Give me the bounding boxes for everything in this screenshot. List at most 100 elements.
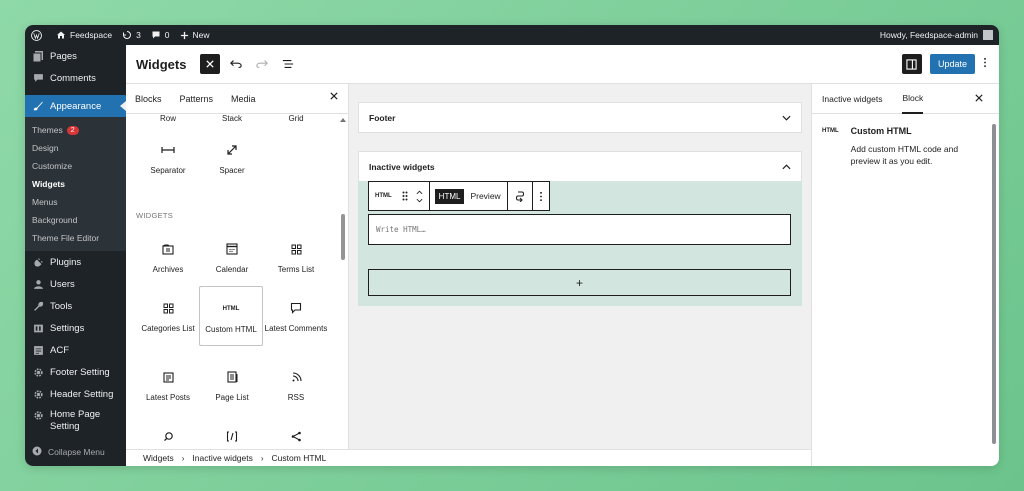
block-latest-comments[interactable]: Latest Comments [264, 298, 328, 333]
sidebar-item-pages[interactable]: Pages [25, 45, 126, 67]
page-list-icon [200, 367, 264, 387]
block-calendar[interactable]: Calendar [200, 239, 264, 274]
breadcrumb-item-inactive-widgets[interactable]: Inactive widgets [192, 453, 252, 463]
move-up-icon[interactable] [416, 190, 423, 195]
submenu-design[interactable]: Design [25, 139, 126, 157]
html-icon-text: HTML [222, 306, 240, 312]
update-badge: 2 [66, 125, 79, 135]
more-options-icon[interactable] [983, 57, 987, 71]
block-terms-list[interactable]: Terms List [264, 239, 328, 274]
updates-link[interactable]: 3 [122, 30, 141, 40]
options-segment [533, 182, 549, 210]
settings-icon [32, 322, 44, 334]
sidebar-item-header-setting[interactable]: Header Setting [25, 383, 126, 405]
block-categories-list[interactable]: Categories List [136, 298, 200, 333]
sidebar-item-appearance[interactable]: Appearance [25, 95, 126, 117]
tab-patterns[interactable]: Patterns [180, 94, 214, 104]
undo-button[interactable] [226, 54, 246, 74]
block-label: Latest Comments [264, 324, 328, 333]
settings-scrollbar[interactable] [992, 124, 996, 444]
block-label: Terms List [277, 265, 315, 274]
block-separator[interactable]: Separator [136, 140, 200, 175]
list-view-button[interactable] [278, 54, 298, 74]
updates-count: 3 [136, 30, 141, 40]
admin-sidebar: Pages Comments Appearance Themes 2 Design… [25, 45, 126, 466]
html-code-input[interactable]: Write HTML… [368, 214, 791, 245]
submenu-widgets[interactable]: Widgets [25, 175, 126, 193]
site-name-link[interactable]: Feedspace [56, 30, 112, 40]
close-icon[interactable] [330, 92, 338, 102]
new-content-link[interactable]: New [180, 30, 210, 40]
account-menu[interactable]: Howdy, Feedspace-admin [880, 30, 993, 40]
drag-handle-icon[interactable] [402, 191, 408, 201]
sidebar-item-plugins[interactable]: Plugins [25, 251, 126, 273]
widget-area-title: Footer [369, 113, 396, 123]
tab-block[interactable]: Block [902, 84, 924, 114]
inactive-widgets-body: HTML HTML Preview Write HTML… + [358, 181, 802, 306]
submenu-menus[interactable]: Menus [25, 193, 126, 211]
breadcrumb-item-widgets[interactable]: Widgets [143, 453, 174, 463]
block-inserter-panel: Blocks Patterns Media Row Stack Grid Sep… [126, 84, 349, 466]
sidebar-item-footer-setting[interactable]: Footer Setting [25, 361, 126, 383]
rss-icon [264, 367, 328, 387]
archives-icon [136, 239, 200, 259]
widget-area-header[interactable]: Inactive widgets [358, 151, 802, 181]
scrollbar-thumb[interactable] [341, 214, 345, 260]
widget-area-footer[interactable]: Footer [358, 102, 802, 133]
inserter-scrollbar[interactable] [339, 114, 347, 459]
collapse-menu-button[interactable]: Collapse Menu [32, 446, 105, 458]
sidebar-item-settings[interactable]: Settings [25, 317, 126, 339]
submenu-themes[interactable]: Themes 2 [25, 121, 126, 139]
sidebar-item-label: Appearance [50, 100, 102, 112]
link-transform-icon[interactable] [514, 190, 526, 202]
tab-media[interactable]: Media [231, 94, 256, 104]
sidebar-toggle-icon [906, 58, 918, 70]
block-label: Row [159, 114, 176, 123]
sidebar-item-label: Footer Setting [50, 366, 110, 378]
wordpress-logo-icon[interactable] [31, 29, 46, 41]
block-custom-html[interactable]: HTML Custom HTML [199, 286, 263, 346]
add-block-button[interactable]: + [368, 269, 791, 296]
block-spacer[interactable]: Spacer [200, 140, 264, 175]
block-stack[interactable]: Stack [200, 114, 264, 123]
more-options-icon[interactable] [539, 191, 543, 202]
block-row[interactable]: Row [136, 114, 200, 123]
redo-icon [256, 60, 269, 68]
html-mode-button[interactable]: HTML [434, 188, 465, 204]
breadcrumb-item-custom-html[interactable]: Custom HTML [272, 453, 327, 463]
comments-link[interactable]: 0 [151, 30, 170, 40]
block-page-list[interactable]: Page List [200, 367, 264, 402]
sidebar-item-label: Tools [50, 300, 73, 312]
tab-blocks[interactable]: Blocks [135, 94, 162, 104]
tab-inactive-widgets[interactable]: Inactive widgets [822, 84, 882, 114]
html-block-icon[interactable]: HTML [375, 193, 392, 199]
close-inserter-button[interactable] [200, 54, 221, 74]
search-icon [136, 426, 200, 446]
home-icon [57, 31, 65, 39]
sidebar-item-users[interactable]: Users [25, 273, 126, 295]
move-down-icon[interactable] [416, 198, 423, 203]
submenu-label: Themes [32, 125, 63, 135]
settings-toggle-button[interactable] [901, 54, 922, 74]
spacer-icon [200, 140, 264, 160]
preview-button[interactable]: Preview [470, 191, 500, 201]
block-latest-posts[interactable]: Latest Posts [136, 367, 200, 402]
submenu-background[interactable]: Background [25, 211, 126, 229]
block-rss[interactable]: RSS [264, 367, 328, 402]
widget-area-inactive[interactable]: Inactive widgets HTML HTML Preview Write… [358, 151, 802, 306]
sidebar-item-tools[interactable]: Tools [25, 295, 126, 317]
redo-button[interactable] [252, 54, 272, 74]
close-icon[interactable] [975, 94, 983, 104]
block-archives[interactable]: Archives [136, 239, 200, 274]
sidebar-item-acf[interactable]: ACF [25, 339, 126, 361]
calendar-icon [200, 239, 264, 259]
scroll-up-icon[interactable] [339, 117, 347, 123]
widget-area-header[interactable]: Footer [359, 103, 801, 133]
submenu-customize[interactable]: Customize [25, 157, 126, 175]
sidebar-item-home-page-setting[interactable]: Home Page Setting [25, 405, 126, 435]
chevron-right-icon: › [260, 453, 264, 463]
update-button[interactable]: Update [929, 54, 975, 74]
submenu-theme-file-editor[interactable]: Theme File Editor [25, 229, 126, 247]
sidebar-item-comments[interactable]: Comments [25, 67, 126, 89]
block-grid[interactable]: Grid [264, 114, 328, 123]
